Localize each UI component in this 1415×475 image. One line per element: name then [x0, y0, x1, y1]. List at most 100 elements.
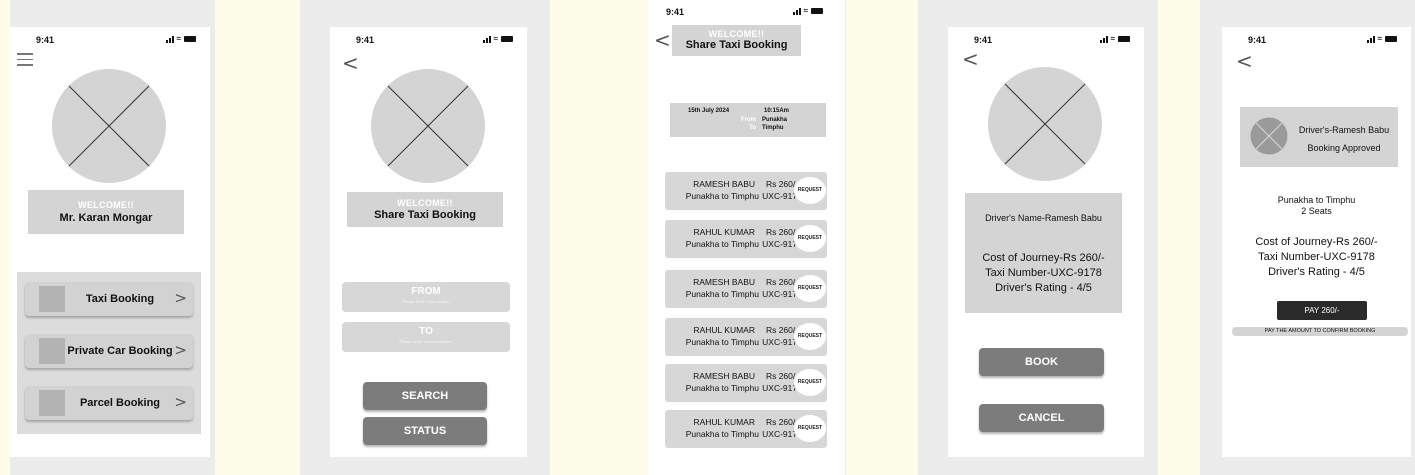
journey-cost: Cost of Journey-Rs 260/- — [982, 252, 1105, 264]
status-time: 9:41 — [666, 7, 685, 17]
parcel-booking-button[interactable]: Parcel Booking > — [25, 386, 193, 420]
thumbnail-placeholder — [39, 338, 65, 364]
driver-name: RAHUL KUMAR — [693, 325, 755, 335]
ride-route: Punakha to Timphu — [685, 337, 759, 347]
ride-route: Punakha to Timphu — [685, 239, 759, 249]
to-field[interactable]: TO Please Enter Your Destination — [342, 322, 510, 352]
seat-count: 2 Seats — [1301, 206, 1332, 216]
status-time: 9:41 — [1248, 35, 1267, 45]
request-button[interactable]: REQUEST — [794, 415, 826, 442]
approval-status: Booking Approved — [1307, 143, 1381, 153]
taxi-booking-button[interactable]: Taxi Booking > — [25, 282, 193, 316]
search-screen: 9:41 ≈ < WELCOME!! Share Taxi Booking FR… — [330, 27, 527, 457]
trip-route: Punakha to Timphu — [1277, 195, 1356, 205]
ride-route: Punakha to Timphu — [685, 191, 759, 201]
title-banner: WELCOME!! Share Taxi Booking — [347, 192, 503, 227]
driver-name: RAMESH BABU — [693, 371, 755, 381]
back-icon[interactable]: < — [1236, 51, 1253, 71]
driver-name: RAMESH BABU — [693, 277, 755, 287]
taxi-number: Taxi Number-UXC-9178 — [1258, 251, 1375, 263]
book-button[interactable]: BOOK — [979, 348, 1104, 376]
wifi-icon: ≈ — [1377, 34, 1382, 43]
driver-rating: Driver's Rating - 4/5 — [995, 282, 1092, 294]
wifi-icon: ≈ — [803, 6, 808, 15]
ride-card[interactable]: RAHUL KUMAR Punakha to Timphu Rs 260/- UXC… — [665, 220, 827, 258]
pay-instruction: PAY THE AMOUNT TO CONFIRM BOOKING — [1232, 327, 1408, 336]
request-button[interactable]: REQUEST — [794, 323, 826, 350]
trip-date: 15th July 2024 — [688, 108, 730, 114]
ride-details-card: Driver's Name-Ramesh Babu Cost of Journe… — [965, 193, 1122, 313]
chevron-right-icon: > — [174, 341, 187, 359]
status-icons: ≈ — [482, 34, 513, 43]
driver-column: RAHUL KUMAR Punakha to Timphu — [665, 226, 759, 250]
pay-button[interactable]: PAY 260/- — [1277, 301, 1367, 320]
ride-card[interactable]: RAMESH BABU Punakha to Timphu Rs 260/- UXC… — [665, 364, 827, 402]
request-button[interactable]: REQUEST — [794, 275, 826, 302]
driver-name: Driver's Name-Ramesh Babu — [985, 213, 1102, 223]
ride-card[interactable]: RAMESH BABU Punakha to Timphu Rs 260/- UXC… — [665, 270, 827, 308]
driver-column: RAMESH BABU Punakha to Timphu — [665, 370, 759, 394]
driver-column: RAMESH BABU Punakha to Timphu — [665, 276, 759, 300]
payment-screen: 9:41 ≈ < Driver's-Ramesh Babu Booking Ap… — [1222, 27, 1411, 457]
hamburger-menu-icon[interactable] — [17, 53, 33, 66]
from-value: Punakha — [762, 117, 788, 123]
thumbnail-placeholder — [39, 390, 65, 416]
chevron-right-icon: > — [174, 393, 187, 411]
signal-icon — [792, 7, 801, 15]
welcome-text: WELCOME!! — [78, 200, 134, 210]
ride-card[interactable]: RAHUL KUMAR Punakha to Timphu Rs 260/- UXC… — [665, 410, 827, 448]
page-title: Share Taxi Booking — [374, 209, 476, 221]
from-placeholder: Please Enter Your location — [402, 299, 450, 304]
to-label: TO — [419, 326, 433, 337]
trip-time: 10:15Am — [764, 108, 790, 114]
taxi-number: Taxi Number-UXC-9178 — [985, 267, 1102, 279]
driver-column: RAMESH BABU Punakha to Timphu — [665, 178, 759, 202]
driver-column: RAHUL KUMAR Punakha to Timphu — [665, 416, 759, 440]
driver-photo-placeholder — [988, 67, 1102, 181]
battery-icon — [184, 36, 196, 42]
welcome-text: WELCOME!! — [397, 198, 453, 208]
signal-icon — [482, 35, 491, 43]
wifi-icon: ≈ — [1110, 34, 1115, 43]
status-bar: 9:41 ≈ — [1222, 35, 1411, 49]
request-button[interactable]: REQUEST — [794, 369, 826, 396]
request-button[interactable]: REQUEST — [794, 225, 826, 252]
back-icon[interactable]: < — [654, 30, 671, 50]
approved-driver: Driver's-Ramesh Babu — [1298, 125, 1390, 135]
status-icons: ≈ — [792, 6, 823, 15]
menu-label: Taxi Booking — [85, 293, 155, 305]
back-icon[interactable]: < — [962, 49, 979, 69]
status-icons: ≈ — [1366, 34, 1397, 43]
back-icon[interactable]: < — [342, 53, 359, 73]
signal-icon — [1099, 35, 1108, 43]
private-car-booking-button[interactable]: Private Car Booking > — [25, 334, 193, 368]
request-button[interactable]: REQUEST — [794, 177, 826, 204]
ride-card[interactable]: RAHUL KUMAR Punakha to Timphu Rs 260/- UXC… — [665, 318, 827, 356]
ride-card[interactable]: RAMESH BABU Punakha to Timphu Rs 260/- UXC… — [665, 172, 827, 210]
cancel-button[interactable]: CANCEL — [979, 404, 1104, 432]
from-key: From — [741, 117, 756, 123]
to-value: Timphu — [762, 125, 784, 131]
status-button[interactable]: STATUS — [363, 417, 487, 445]
booking-approved-card: Driver's-Ramesh Babu Booking Approved — [1240, 107, 1398, 167]
battery-icon — [1385, 36, 1397, 42]
status-bar: 9:41 ≈ — [330, 35, 527, 49]
search-button[interactable]: SEARCH — [363, 382, 487, 410]
avatar-placeholder — [371, 69, 485, 183]
driver-name: RAMESH BABU — [693, 179, 755, 189]
welcome-text: WELCOME!! — [708, 29, 765, 39]
ride-details-screen: 9:41 ≈ < Driver's Name-Ramesh Babu Cost … — [948, 27, 1144, 457]
to-placeholder: Please Enter Your Destination — [399, 339, 453, 344]
wifi-icon: ≈ — [176, 34, 181, 43]
status-bar: 9:41 ≈ — [648, 7, 845, 21]
results-screen: 9:41 ≈ < WELCOME!! Share Taxi Booking 15… — [648, 0, 845, 475]
status-time: 9:41 — [974, 35, 993, 45]
driver-name: RAHUL KUMAR — [693, 417, 755, 427]
from-field[interactable]: FROM Please Enter Your location — [342, 282, 510, 312]
page-title: Share Taxi Booking — [685, 39, 788, 51]
from-label: FROM — [411, 286, 441, 297]
wifi-icon: ≈ — [493, 34, 498, 43]
thumbnail-placeholder — [39, 286, 65, 312]
status-icons: ≈ — [1099, 34, 1130, 43]
welcome-banner: WELCOME!! Mr. Karan Mongar — [28, 190, 184, 234]
